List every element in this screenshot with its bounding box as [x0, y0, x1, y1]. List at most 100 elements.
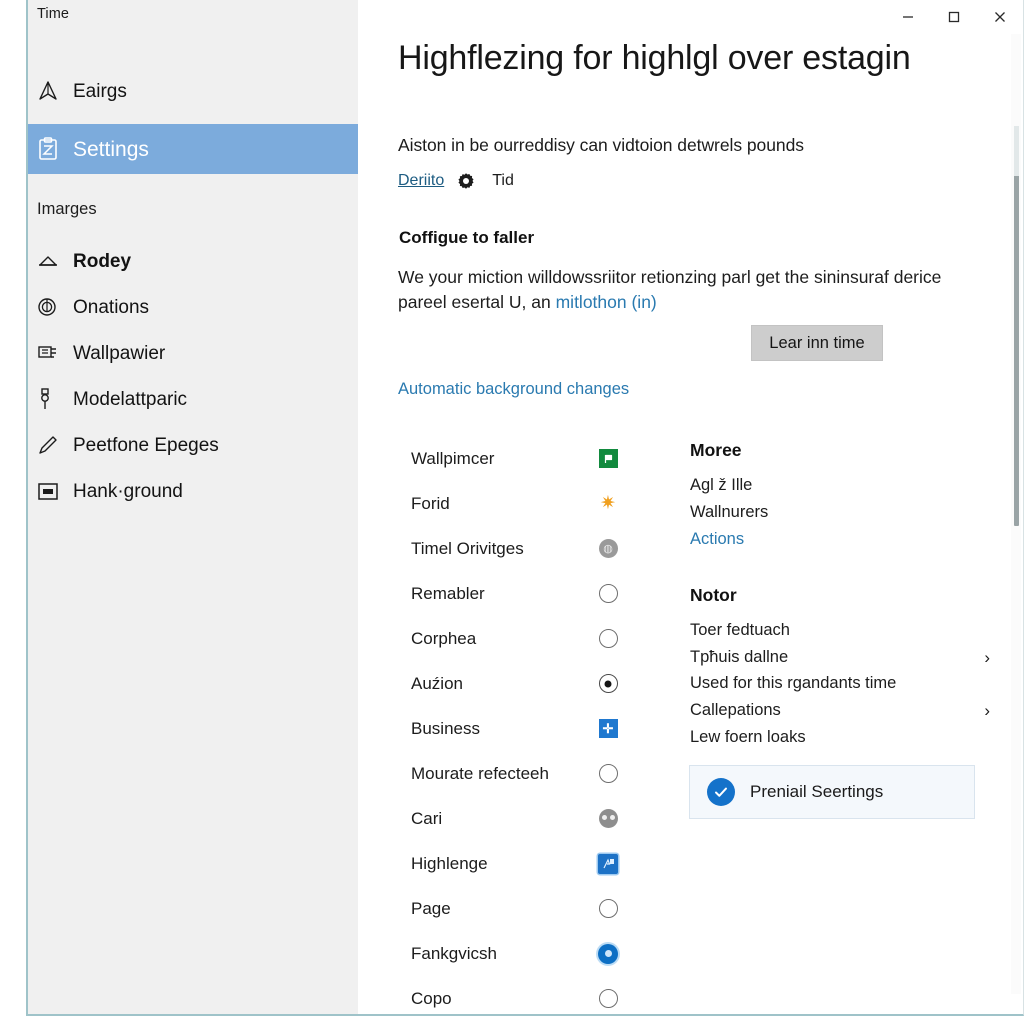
sidebar-item-label: Modelattparic — [73, 388, 188, 410]
option-label: Timel Orivitges — [411, 538, 524, 558]
check-circle-icon — [707, 778, 735, 806]
option-label: Auźion — [411, 673, 463, 693]
right-panel-item-label: Toer fedtuach — [690, 620, 790, 639]
sidebar-item-rodey[interactable]: Rodey — [28, 238, 358, 284]
option-label: Highlenge — [411, 853, 488, 873]
list-item[interactable]: Highlenge — [358, 841, 648, 886]
pin-icon — [37, 388, 73, 410]
chevron-right-icon: › — [984, 647, 990, 667]
radio-selected-icon[interactable] — [596, 672, 620, 696]
close-button[interactable] — [977, 2, 1023, 32]
sidebar-item-peetfone-epeges[interactable]: Peetfone Epeges — [28, 422, 358, 468]
scrollbar-thumb-top[interactable] — [1014, 126, 1019, 176]
right-panel-item-label: Used for this rgandants time — [690, 674, 897, 693]
sidebar-item-label: Rodey — [73, 250, 132, 272]
section-paragraph: We your miction willdowssriitor retionzi… — [398, 265, 943, 315]
sidebar: Time Eairgs Settings Imarges Rodey Onati — [28, 0, 358, 1014]
option-label: Wallpimcer — [411, 448, 495, 468]
chevron-right-icon: › — [984, 701, 990, 721]
sidebar-group-header: Imarges — [37, 200, 97, 218]
minimize-button[interactable] — [885, 2, 931, 32]
radio-on-icon[interactable] — [596, 942, 620, 966]
maximize-button[interactable] — [931, 2, 977, 32]
paragraph-text-1: We your miction willdowssriitor retionzi… — [398, 267, 942, 312]
option-label: Cari — [411, 808, 443, 828]
gray-face-icon[interactable] — [596, 807, 620, 831]
sidebar-item-modelattparic[interactable]: Modelattparic — [28, 376, 358, 422]
sidebar-item-label: Settings — [73, 137, 149, 161]
option-label: Business — [411, 718, 480, 738]
right-panel-item-label: Callepations — [690, 701, 781, 720]
compass-icon — [37, 80, 73, 102]
list-item[interactable]: Cari — [358, 796, 648, 841]
right-panel-item[interactable]: Toer fedtuach — [690, 617, 990, 644]
sidebar-item-eairgs[interactable]: Eairgs — [28, 68, 358, 114]
page-subtitle: Aiston in be ourreddisy can vidtoion det… — [398, 135, 804, 155]
option-label: Fankgvicsh — [411, 943, 497, 963]
right-panel-item[interactable]: Lew foern loaks — [690, 724, 990, 751]
deriito-link[interactable]: Deriito — [398, 172, 444, 190]
sidebar-title: Time — [37, 6, 70, 22]
spiral-icon — [37, 297, 73, 317]
green-flag-icon[interactable] — [596, 447, 620, 471]
list-item[interactable]: Timel Orivitges ◍ — [358, 526, 648, 571]
tid-label: Tid — [492, 172, 514, 189]
right-panel: Moree Agl ž Ille Wallnurers Actions Noto… — [690, 440, 990, 751]
main-content: Highflezing for highlgl over estagin Ais… — [358, 0, 1023, 1014]
right-panel-item[interactable]: Callepations › — [690, 697, 990, 724]
preniail-seertings-card[interactable]: Preniail Seertings — [689, 765, 975, 819]
list-item[interactable]: Corphea — [358, 616, 648, 661]
list-item[interactable]: Business ✛ — [358, 706, 648, 751]
list-item[interactable]: Mourate refecteeh — [358, 751, 648, 796]
option-label: Mourate refecteeh — [411, 763, 549, 783]
sidebar-item-label: Eairgs — [73, 80, 127, 102]
right-panel-item[interactable]: Wallnurers — [690, 499, 990, 526]
radio-empty-icon[interactable] — [596, 762, 620, 786]
list-item[interactable]: Page — [358, 886, 648, 931]
right-panel-item[interactable]: Agl ž Ille — [690, 472, 990, 499]
automatic-background-changes-link[interactable]: Automatic background changes — [398, 380, 629, 399]
sidebar-item-label: Peetfone Epeges — [73, 434, 219, 456]
mitlothon-link[interactable]: mitlothon (in) — [556, 292, 657, 312]
option-label: Corphea — [411, 628, 477, 648]
gray-coin-icon[interactable]: ◍ — [596, 537, 620, 561]
sidebar-item-settings[interactable]: Settings — [28, 124, 358, 174]
lear-inn-time-button[interactable]: Lear inn time — [751, 325, 883, 361]
right-panel-item-label: Tpħuis dallne — [690, 647, 789, 666]
right-panel-item[interactable]: Tpħuis dallne › — [690, 644, 990, 671]
sidebar-item-hankground[interactable]: Hank·ground — [28, 468, 358, 514]
list-item[interactable]: Remabler — [358, 571, 648, 616]
window-controls — [863, 0, 1023, 34]
sidebar-item-label: Hank·ground — [73, 480, 183, 502]
list-item[interactable]: Auźion — [358, 661, 648, 706]
app-window: Time Eairgs Settings Imarges Rodey Onati — [26, 0, 1024, 1016]
scrollbar-thumb[interactable] — [1014, 126, 1019, 526]
radio-empty-icon[interactable] — [596, 627, 620, 651]
sidebar-item-label: Onations — [73, 296, 150, 318]
layers-icon — [37, 344, 73, 362]
sun-icon[interactable]: ✷ — [596, 492, 620, 516]
option-label: Copo — [411, 988, 452, 1008]
sidebar-item-wallpawier[interactable]: Wallpawier — [28, 330, 358, 376]
list-item[interactable]: Fankgvicsh — [358, 931, 648, 976]
list-item[interactable]: Copo — [358, 976, 648, 1014]
picture-icon — [37, 482, 73, 501]
gear-icon[interactable] — [457, 172, 475, 190]
radio-empty-icon[interactable] — [596, 987, 620, 1011]
section-heading: Coffigue to faller — [399, 228, 535, 247]
right-panel-item-actions[interactable]: Actions — [690, 526, 990, 553]
radio-empty-icon[interactable] — [596, 582, 620, 606]
option-label: Forid — [411, 493, 450, 513]
list-item[interactable]: Forid ✷ — [358, 481, 648, 526]
hanger-icon — [37, 252, 73, 270]
link-row: Deriito Tid — [398, 172, 514, 190]
right-panel-item[interactable]: Used for this rgandants time — [690, 670, 990, 697]
blue-app-icon[interactable] — [596, 852, 620, 876]
right-panel-item-label: Lew foern loaks — [690, 728, 806, 747]
list-item[interactable]: Wallpimcer — [358, 436, 648, 481]
blue-plus-icon[interactable]: ✛ — [596, 717, 620, 741]
right-panel-heading-notor: Notor — [690, 584, 737, 605]
radio-empty-icon[interactable] — [596, 897, 620, 921]
sidebar-item-onations[interactable]: Onations — [28, 284, 358, 330]
